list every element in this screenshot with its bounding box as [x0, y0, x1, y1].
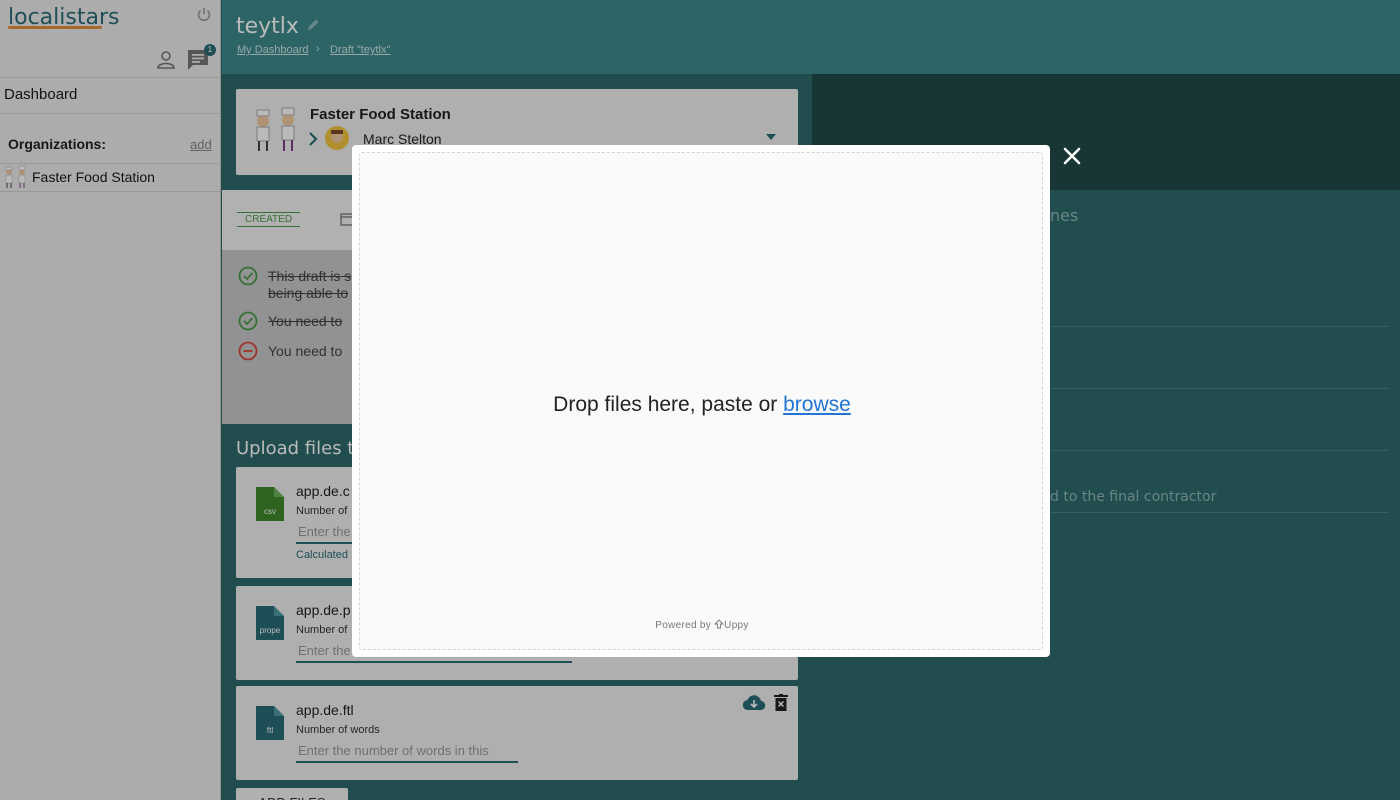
powered-by: Powered by Uppy: [360, 619, 1044, 631]
powered-by-label: Powered by: [655, 620, 712, 631]
upload-modal: Drop files here, paste or browse Powered…: [352, 145, 1050, 657]
uppy-brand: Uppy: [724, 620, 749, 631]
drop-instruction: Drop files here, paste or: [553, 393, 784, 416]
uppy-logo-icon: [714, 619, 725, 629]
close-icon[interactable]: [1060, 144, 1084, 168]
file-dropzone[interactable]: Drop files here, paste or browse Powered…: [359, 152, 1043, 650]
browse-link[interactable]: browse: [783, 393, 851, 416]
dropzone-text: Drop files here, paste or browse: [360, 393, 1044, 417]
